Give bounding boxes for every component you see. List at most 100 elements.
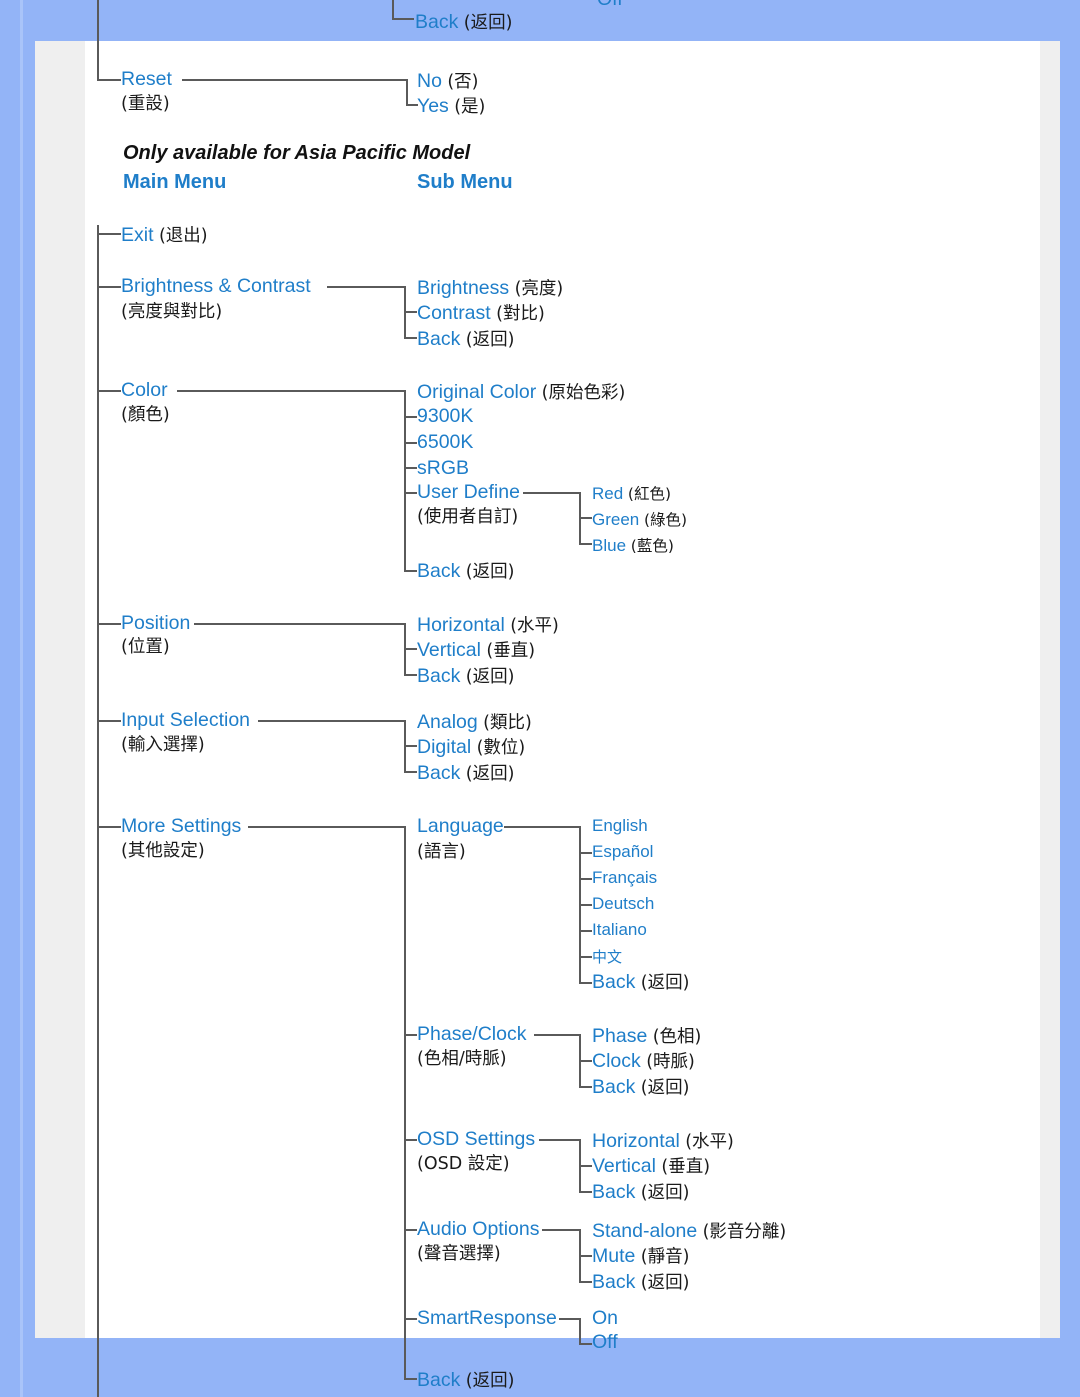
node-smart-off[interactable]: Off [592,1331,618,1354]
node-label: Clock [592,1050,641,1072]
node-position[interactable]: Position [121,612,190,635]
node-label: Phase/Clock [417,1023,527,1045]
node-color-zh: (顏色) [121,405,170,425]
node-color-6500k[interactable]: 6500K [417,431,473,454]
node-color-srgb[interactable]: sRGB [417,457,469,480]
node-color-back[interactable]: Back (返回) [417,558,514,583]
node-label: SmartResponse [417,1307,557,1329]
node-color-green[interactable]: Green (綠色) [592,508,687,530]
node-lang-back[interactable]: Back (返回) [592,969,689,994]
node-audio-back[interactable]: Back (返回) [592,1269,689,1294]
node-label-zh: (水平) [685,1132,734,1152]
node-label: No [417,70,442,92]
node-input-selection-zh: (輸入選擇) [121,735,205,755]
node-input-analog[interactable]: Analog (類比) [417,709,532,734]
connector-reset-vertical [406,79,408,105]
node-user-define[interactable]: User Define [417,481,520,504]
node-exit[interactable]: Exit (退出) [121,222,208,247]
connector-lang-chinese [579,956,592,958]
node-label: Contrast [417,302,491,324]
node-lang-espanol[interactable]: Español [592,842,653,862]
node-smart-response[interactable]: SmartResponse [417,1307,557,1330]
connector-lang-italiano [579,930,592,932]
node-phase[interactable]: Phase (色相) [592,1023,701,1048]
node-brightness[interactable]: Brightness (亮度) [417,275,563,300]
node-osd-horizontal[interactable]: Horizontal (水平) [592,1128,734,1153]
node-lang-chinese[interactable]: 中文 [592,946,622,967]
node-input-selection[interactable]: Input Selection [121,709,250,732]
node-lang-english[interactable]: English [592,816,648,836]
node-position-back[interactable]: Back (返回) [417,663,514,688]
node-language-zh: (語言) [417,842,466,862]
node-label: OSD Settings [417,1128,536,1150]
connector-more-to-children [248,826,406,828]
node-lang-deutsch[interactable]: Deutsch [592,894,654,914]
connector-osd-vertical-child [579,1165,592,1167]
connector-branch-position [97,623,121,625]
node-brightness-contrast-back[interactable]: Back (返回) [417,326,514,351]
node-label: Position [121,612,191,634]
node-phase-clock[interactable]: Phase/Clock [417,1023,526,1046]
connector-smart-to-children [559,1318,581,1320]
node-label-zh: (靜音) [640,1247,690,1267]
node-label-zh: (紅色) [627,485,672,503]
node-osd-settings[interactable]: OSD Settings [417,1128,535,1151]
node-position-vertical[interactable]: Vertical (垂直) [417,637,535,662]
node-label: Back [417,328,461,350]
node-label: Green [592,510,640,529]
node-label-zh: (是) [454,97,486,117]
node-osd-vertical[interactable]: Vertical (垂直) [592,1153,710,1178]
node-label-zh: (返回) [463,13,513,33]
node-lang-francais[interactable]: Français [592,868,657,888]
node-input-digital[interactable]: Digital (數位) [417,734,525,759]
node-audio-options[interactable]: Audio Options [417,1218,540,1241]
node-label-zh: (水平) [510,616,559,636]
heading-sub-menu: Sub Menu [417,171,513,193]
node-more-settings-back[interactable]: Back (返回) [417,1367,514,1392]
node-label-zh: (類比) [483,713,532,733]
node-clock[interactable]: Clock (時脈) [592,1048,695,1073]
node-reset[interactable]: Reset [121,68,172,91]
node-top-cutoff-fragment: Off [597,0,623,11]
node-label-zh: (垂直) [661,1157,711,1177]
node-reset-yes[interactable]: Yes (是) [417,93,485,118]
node-input-back[interactable]: Back (返回) [417,760,514,785]
node-phase-clock-back[interactable]: Back (返回) [592,1074,689,1099]
node-smart-on[interactable]: On [592,1307,618,1330]
connector-color-srgb [404,467,417,469]
node-user-define-zh: (使用者自訂) [417,507,519,527]
osd-menu-tree-diagram: Back (返回) Off Reset (重設) No (否) Yes (是) … [0,0,1080,1397]
node-audio-stand-alone[interactable]: Stand-alone (影音分離) [592,1218,786,1243]
connector-bc-contrast [404,311,417,313]
connector-branch-input-selection [97,720,121,722]
node-position-zh: (位置) [121,637,170,657]
node-top-partial-back[interactable]: Back (返回) [415,9,512,34]
connector-vertical-top-partial [392,0,394,18]
connector-phase-clock-child [579,1060,592,1062]
node-label: Français [592,868,658,887]
node-label-zh: (色相) [652,1027,702,1047]
node-position-horizontal[interactable]: Horizontal (水平) [417,612,559,637]
connector-position-to-children [194,623,406,625]
node-brightness-contrast[interactable]: Brightness & Contrast [121,275,311,298]
node-original-color[interactable]: Original Color (原始色彩) [417,379,625,404]
node-color-blue[interactable]: Blue (藍色) [592,534,674,556]
node-label-zh: (返回) [465,1371,515,1391]
node-osd-back[interactable]: Back (返回) [592,1179,689,1204]
connector-audio-to-children [542,1229,581,1231]
node-language[interactable]: Language [417,815,504,838]
node-more-settings[interactable]: More Settings [121,815,241,838]
node-contrast[interactable]: Contrast (對比) [417,300,545,325]
connector-rgb-blue [579,543,592,545]
node-audio-options-zh: (聲音選擇) [417,1244,501,1264]
node-color-red[interactable]: Red (紅色) [592,482,671,504]
node-label-zh: (亮度) [514,279,564,299]
node-lang-italiano[interactable]: Italiano [592,920,647,940]
connector-input-to-children [258,720,406,722]
node-audio-mute[interactable]: Mute (靜音) [592,1243,689,1268]
node-color-9300k[interactable]: 9300K [417,405,473,428]
node-reset-no[interactable]: No (否) [417,68,479,93]
node-label: Italiano [592,920,647,939]
node-color[interactable]: Color [121,379,168,402]
node-label: Brightness [417,277,510,299]
